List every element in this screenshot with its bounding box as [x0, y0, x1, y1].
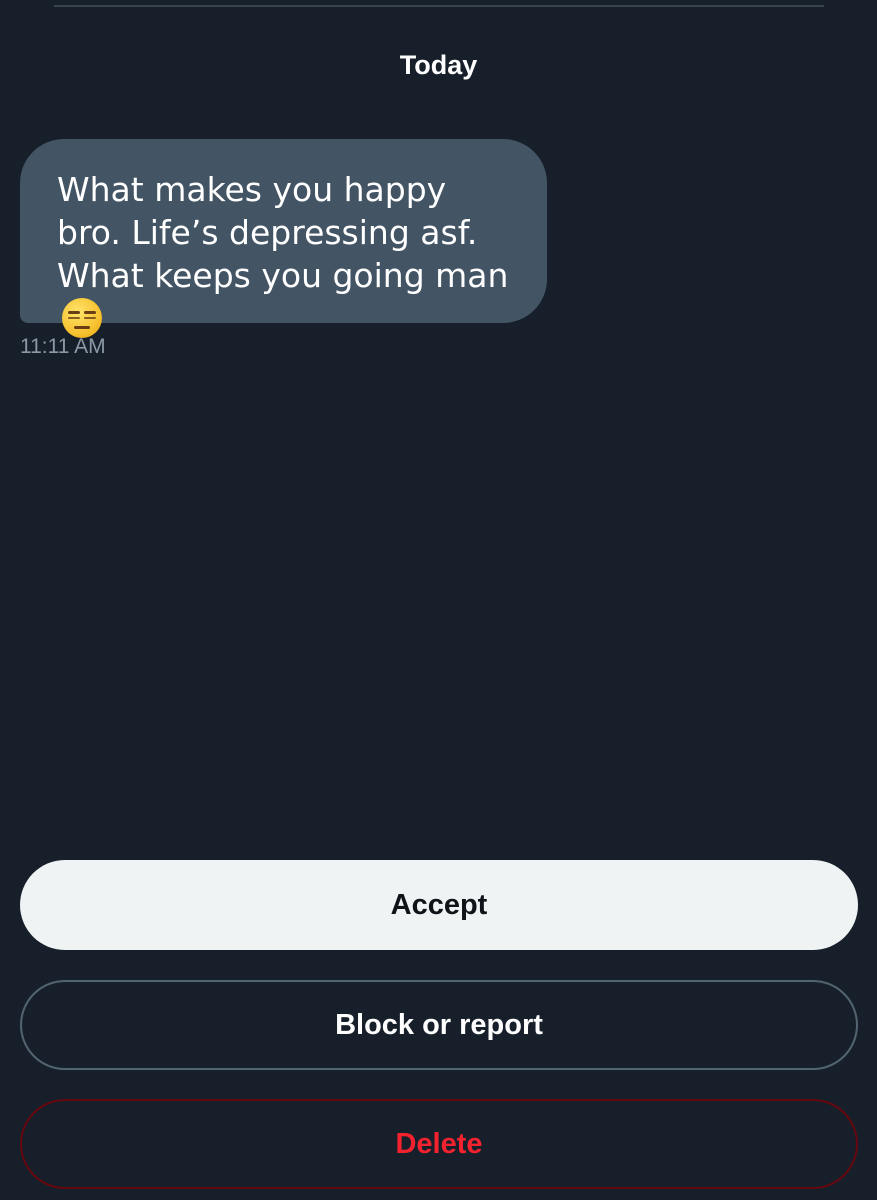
accept-button[interactable]: Accept: [20, 860, 858, 950]
message-timestamp: 11:11 AM: [20, 335, 106, 358]
message-request-screen: Today What makes you happy bro. Life’s d…: [0, 0, 877, 1200]
top-divider: [54, 5, 824, 7]
message-text: What makes you happy bro. Life’s depress…: [57, 170, 509, 295]
block-or-report-button[interactable]: Block or report: [20, 980, 858, 1070]
delete-button-label: Delete: [395, 1127, 483, 1160]
accept-button-label: Accept: [390, 888, 488, 921]
message-bubble[interactable]: What makes you happy bro. Life’s depress…: [20, 139, 547, 338]
delete-button[interactable]: Delete: [20, 1099, 858, 1189]
date-separator: Today: [399, 50, 478, 80]
expressionless-face-emoji-icon: [62, 298, 102, 338]
block-or-report-button-label: Block or report: [335, 1008, 543, 1041]
